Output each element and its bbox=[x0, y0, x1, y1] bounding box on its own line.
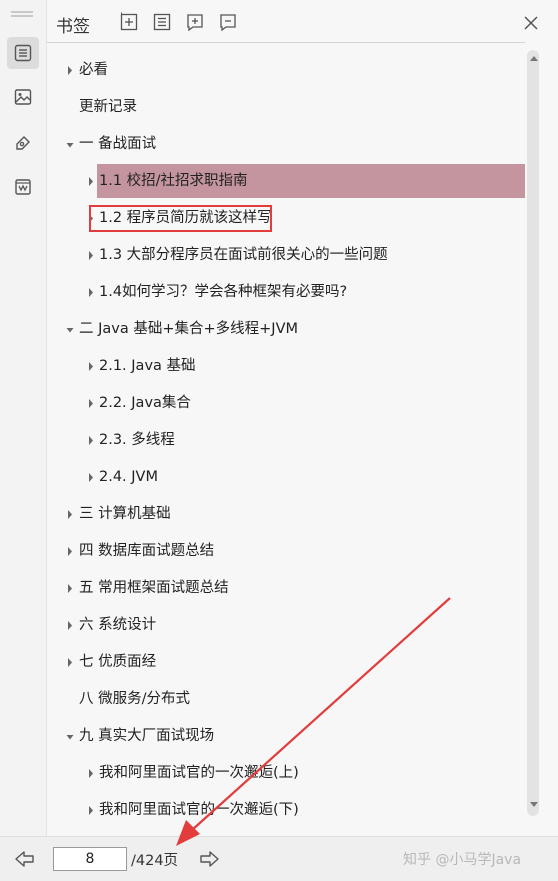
bookmark-item[interactable]: 我和阿里面试官的一次邂逅(下) bbox=[47, 792, 519, 829]
bookmark-item[interactable]: 必看 bbox=[47, 52, 519, 89]
bookmark-item[interactable]: 1.4如何学习？学会各种框架有必要吗? bbox=[47, 274, 519, 311]
close-icon[interactable] bbox=[522, 14, 540, 32]
bookmark-item[interactable]: 四 数据库面试题总结 bbox=[47, 533, 519, 570]
bookmark-label: 2.1. Java 基础 bbox=[99, 358, 196, 374]
bookmark-item[interactable]: 我和阿里面试官的一次邂逅(上) bbox=[47, 755, 519, 792]
add-bookmark-icon[interactable] bbox=[185, 12, 205, 32]
bookmark-item[interactable]: 一 备战面试 bbox=[47, 126, 519, 163]
attachment-icon[interactable] bbox=[7, 171, 39, 203]
expand-arrow-icon[interactable] bbox=[65, 496, 75, 533]
expand-arrow-icon[interactable] bbox=[86, 163, 96, 200]
page-total: /424页 bbox=[131, 853, 179, 869]
expand-arrow-icon[interactable] bbox=[86, 792, 96, 829]
panel-title: 书签 bbox=[56, 17, 90, 37]
bookmark-label: 1.3 大部分程序员在面试前很关心的一些问题 bbox=[99, 247, 388, 263]
expand-arrow-icon[interactable] bbox=[86, 385, 96, 422]
expand-arrow-icon[interactable] bbox=[86, 422, 96, 459]
bookmark-item[interactable]: 2.3. 多线程 bbox=[47, 422, 519, 459]
bookmark-item[interactable]: 1.3 大部分程序员在面试前很关心的一些问题 bbox=[47, 237, 519, 274]
expand-arrow-icon[interactable] bbox=[86, 348, 96, 385]
annotation-highlight-box bbox=[89, 205, 272, 232]
watermark: 知乎 @小马学Java bbox=[403, 852, 522, 868]
remove-bookmark-icon[interactable] bbox=[218, 12, 238, 32]
bookmark-label: 我和阿里面试官的一次邂逅(上) bbox=[99, 765, 299, 781]
bookmark-label: 四 数据库面试题总结 bbox=[79, 543, 215, 559]
panel-header: 书签 bbox=[47, 0, 558, 44]
header-divider bbox=[47, 42, 525, 43]
bookmark-label: 2.2. Java集合 bbox=[99, 395, 191, 411]
bookmark-label: 一 备战面试 bbox=[79, 136, 157, 152]
bookmark-list-icon[interactable] bbox=[7, 37, 39, 69]
scroll-down-icon[interactable] bbox=[530, 802, 538, 807]
collapse-arrow-icon[interactable] bbox=[65, 718, 75, 755]
bookmark-item[interactable]: 二 Java 基础+集合+多线程+JVM bbox=[47, 311, 519, 348]
expand-arrow-icon[interactable] bbox=[65, 644, 75, 681]
bookmark-item[interactable]: 八 微服务/分布式 bbox=[47, 681, 519, 718]
expand-arrow-icon[interactable] bbox=[65, 570, 75, 607]
expand-arrow-icon[interactable] bbox=[86, 755, 96, 792]
bookmark-label: 2.4. JVM bbox=[99, 469, 158, 485]
expand-arrow-icon[interactable] bbox=[65, 52, 75, 89]
collapse-arrow-icon[interactable] bbox=[65, 311, 75, 348]
bookmark-label: 八 微服务/分布式 bbox=[79, 691, 190, 707]
bookmark-item[interactable]: 九 真实大厂面试现场 bbox=[47, 718, 519, 755]
expand-arrow-icon[interactable] bbox=[65, 607, 75, 644]
bookmark-item[interactable]: 1.1 校招/社招求职指南 bbox=[47, 163, 525, 200]
bookmark-item[interactable]: 2.2. Java集合 bbox=[47, 385, 519, 422]
thumbnail-icon[interactable] bbox=[7, 81, 39, 113]
bookmark-label: 七 优质面经 bbox=[79, 654, 157, 670]
rail-grip[interactable] bbox=[11, 11, 33, 13]
bookmark-label: 我和阿里面试官的一次邂逅(下) bbox=[99, 802, 299, 818]
annotation-icon[interactable] bbox=[7, 127, 39, 159]
expand-arrow-icon[interactable] bbox=[86, 237, 96, 274]
expand-arrow-icon[interactable] bbox=[86, 459, 96, 496]
bookmark-label: 三 计算机基础 bbox=[79, 506, 171, 522]
scrollbar[interactable] bbox=[526, 50, 540, 816]
scroll-up-icon[interactable] bbox=[530, 56, 538, 61]
bookmark-item[interactable]: 六 系统设计 bbox=[47, 607, 519, 644]
scrollbar-thumb[interactable] bbox=[527, 50, 539, 816]
bookmark-label: 2.3. 多线程 bbox=[99, 432, 175, 448]
bookmark-label: 六 系统设计 bbox=[79, 617, 157, 633]
bookmark-item[interactable]: 更新记录 bbox=[47, 89, 519, 126]
collapse-all-icon[interactable] bbox=[152, 12, 172, 32]
bookmark-item[interactable]: 三 计算机基础 bbox=[47, 496, 519, 533]
bookmark-panel: 书签 必看 更新记录一 备战面试 1.1 校招/社招求职指南 1.2 程序员简历就该这… bbox=[47, 0, 558, 836]
page-nav-bar: /424页 知乎 @小马学Java bbox=[0, 836, 558, 881]
expand-arrow-icon[interactable] bbox=[65, 533, 75, 570]
previous-page-icon[interactable] bbox=[14, 849, 36, 869]
bookmark-label: 五 常用框架面试题总结 bbox=[79, 580, 229, 596]
bookmark-label: 1.4如何学习？学会各种框架有必要吗? bbox=[99, 284, 348, 300]
next-page-icon[interactable] bbox=[198, 849, 220, 869]
bookmark-item[interactable]: 七 优质面经 bbox=[47, 644, 519, 681]
bookmark-label: 二 Java 基础+集合+多线程+JVM bbox=[79, 321, 299, 337]
bookmark-label: 1.1 校招/社招求职指南 bbox=[99, 173, 248, 189]
expand-all-icon[interactable] bbox=[119, 12, 139, 32]
bookmark-label: 必看 bbox=[79, 62, 108, 78]
page-number-input[interactable] bbox=[53, 847, 127, 871]
bookmark-item[interactable]: 2.1. Java 基础 bbox=[47, 348, 519, 385]
left-rail bbox=[0, 0, 47, 836]
collapse-arrow-icon[interactable] bbox=[65, 126, 75, 163]
bookmark-item[interactable]: 五 常用框架面试题总结 bbox=[47, 570, 519, 607]
expand-arrow-icon[interactable] bbox=[86, 274, 96, 311]
bookmark-label: 九 真实大厂面试现场 bbox=[79, 728, 215, 744]
bookmark-item[interactable]: 2.4. JVM bbox=[47, 459, 519, 496]
bookmark-tree: 必看 更新记录一 备战面试 1.1 校招/社招求职指南 1.2 程序员简历就该这样写 1… bbox=[47, 52, 525, 829]
bookmark-label: 更新记录 bbox=[79, 99, 137, 115]
